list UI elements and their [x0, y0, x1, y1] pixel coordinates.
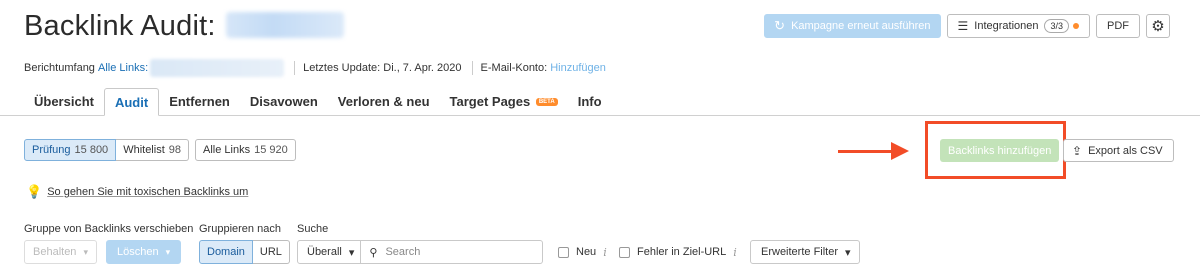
advanced-filter-dropdown[interactable]: Erweiterte Filter ▾ [750, 240, 860, 264]
rerun-campaign-button[interactable]: ↻ Kampagne erneut ausführen [764, 14, 941, 38]
tab-bar: Übersicht Audit Entfernen Disavowen Verl… [24, 88, 612, 116]
toxic-backlinks-hint[interactable]: 💡 So gehen Sie mit toxischen Backlinks u… [26, 184, 248, 200]
filter-count: 15 920 [254, 144, 288, 156]
list-filters: Prüfung 15 800 Whitelist 98 Alle Links 1… [24, 139, 296, 161]
target-error-label: Fehler in Ziel-URL [637, 246, 727, 258]
export-csv-label: Export als CSV [1088, 144, 1163, 157]
delete-dropdown[interactable]: Löschen ▾ [106, 240, 182, 264]
report-meta: Berichtumfang Alle Links: Letztes Update… [24, 59, 606, 77]
tab-divider [0, 115, 1200, 116]
filter-pruefung[interactable]: Prüfung 15 800 [24, 139, 117, 161]
filter-count: 98 [168, 144, 181, 156]
integrations-label: Integrationen [974, 20, 1039, 32]
export-icon: ⇪ [1072, 143, 1083, 158]
info-icon[interactable]: i [603, 246, 607, 259]
delete-label: Löschen [117, 246, 159, 258]
filter-label: Prüfung [32, 144, 71, 156]
top-actions: ↻ Kampagne erneut ausführen ☰ Integratio… [764, 14, 1170, 38]
annotation-arrow-head [891, 142, 909, 160]
checkbox-box[interactable] [558, 246, 569, 258]
gear-icon: ⚙ [1151, 18, 1165, 35]
review-whitelist-toggle: Prüfung 15 800 Whitelist 98 [24, 139, 189, 161]
integrations-count-badge: 3/3 [1044, 19, 1069, 33]
search-group: Überall ▾ ⚲ Search [297, 240, 544, 264]
filter-label: Whitelist [123, 144, 165, 156]
chevron-down-icon: ▾ [845, 246, 851, 259]
page-title-text: Backlink Audit: [24, 10, 216, 42]
new-label: Neu [576, 246, 597, 258]
email-add-link[interactable]: Hinzufügen [550, 62, 606, 74]
tab-label: Verloren & neu [337, 94, 430, 109]
last-update: Letztes Update: Di., 7. Apr. 2020 [303, 62, 462, 74]
page-title: Backlink Audit: [24, 10, 344, 43]
tab-remove[interactable]: Entfernen [159, 88, 240, 116]
tab-overview[interactable]: Übersicht [24, 88, 104, 116]
divider [471, 61, 473, 75]
export-csv-button[interactable]: ⇪ Export als CSV [1063, 139, 1174, 162]
integrations-icon: ☰ [957, 19, 969, 33]
chevron-down-icon: ▾ [348, 246, 355, 259]
add-backlinks-label: Backlinks hinzufügen [948, 144, 1052, 157]
keep-dropdown[interactable]: Behalten ▾ [24, 240, 97, 264]
tab-label: Info [577, 94, 602, 109]
group-by-domain[interactable]: Domain [199, 240, 253, 264]
scope-label: Berichtumfang [24, 62, 95, 74]
filter-count: 15 800 [74, 144, 109, 156]
filter-label: Alle Links [203, 144, 251, 156]
search-scope-label: Überall [307, 246, 342, 258]
pdf-button[interactable]: PDF [1096, 14, 1140, 38]
advanced-filter-label: Erweiterte Filter [761, 246, 839, 258]
tab-target-pages[interactable]: Target Pages BETA [440, 88, 568, 116]
tab-disavow[interactable]: Disavowen [240, 88, 328, 116]
move-group-label: Gruppe von Backlinks verschieben [24, 223, 194, 235]
group-url-label: URL [259, 246, 282, 258]
tab-lost-new[interactable]: Verloren & neu [328, 88, 440, 116]
add-backlinks-button[interactable]: Backlinks hinzufügen [940, 139, 1060, 162]
checkbox-box[interactable] [619, 246, 630, 258]
lightbulb-icon: 💡 [26, 184, 43, 199]
search-input[interactable]: ⚲ Search [361, 240, 544, 264]
filter-all-links[interactable]: Alle Links 15 920 [195, 139, 296, 161]
tab-label: Audit [114, 95, 149, 110]
tab-label: Disavowen [249, 94, 318, 109]
group-by-url[interactable]: URL [252, 240, 290, 264]
search-scope-select[interactable]: Überall ▾ [297, 240, 362, 264]
beta-badge: BETA [535, 98, 558, 106]
rerun-campaign-label: Kampagne erneut ausführen [791, 20, 931, 32]
notification-dot [1073, 23, 1079, 29]
group-by-label: Gruppieren nach [199, 223, 281, 235]
tab-audit[interactable]: Audit [103, 88, 160, 116]
email-label: E-Mail-Konto: [480, 62, 548, 74]
search-label: Suche [297, 223, 329, 235]
keep-label: Behalten [33, 246, 77, 258]
refresh-icon: ↻ [774, 18, 786, 33]
chevron-down-icon: ▾ [165, 246, 171, 257]
search-icon: ⚲ [369, 246, 378, 259]
settings-button[interactable]: ⚙ [1146, 14, 1170, 38]
redacted-scope [150, 59, 285, 77]
tab-info[interactable]: Info [568, 88, 612, 116]
info-icon[interactable]: i [733, 246, 737, 259]
group-by-toggle: Domain URL [199, 240, 290, 264]
tab-label: Target Pages [449, 94, 531, 109]
divider [294, 61, 296, 75]
filter-whitelist[interactable]: Whitelist 98 [116, 139, 189, 161]
hint-link[interactable]: So gehen Sie mit toxischen Backlinks um [47, 186, 248, 198]
new-checkbox[interactable]: Neu i [558, 240, 607, 264]
tab-label: Entfernen [169, 94, 230, 109]
redacted-domain [225, 12, 344, 38]
integrations-button[interactable]: ☰ Integrationen 3/3 [946, 14, 1090, 38]
chevron-down-icon: ▾ [83, 246, 88, 257]
tab-label: Übersicht [34, 94, 94, 109]
target-error-checkbox[interactable]: Fehler in Ziel-URL i [619, 240, 737, 264]
annotation-arrow [838, 150, 894, 153]
search-placeholder: Search [385, 246, 421, 258]
scope-link[interactable]: Alle Links: [98, 62, 148, 74]
pdf-label: PDF [1107, 20, 1129, 32]
group-domain-label: Domain [207, 246, 245, 258]
